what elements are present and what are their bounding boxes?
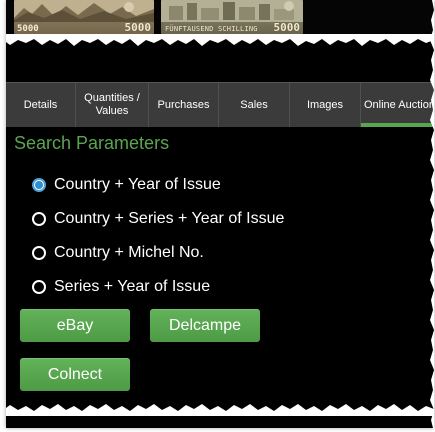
- delcampe-button[interactable]: Delcampe: [150, 309, 260, 342]
- tab-details[interactable]: Details: [6, 83, 76, 127]
- banknote-value: 5000: [124, 21, 152, 34]
- banknote-image[interactable]: FÜNFTAUSEND SCHILLING 5000: [161, 0, 303, 34]
- banknote-value-left: 5000: [17, 24, 39, 34]
- tab-images[interactable]: Images: [290, 83, 361, 127]
- ebay-button[interactable]: eBay: [20, 309, 130, 342]
- tab-label: Online Auction: [364, 98, 434, 111]
- banknote-image[interactable]: 5000 5000: [14, 0, 154, 34]
- radio-option-country-michel[interactable]: Country + Michel No.: [32, 236, 284, 270]
- radio-option-country-series-year[interactable]: Country + Series + Year of Issue: [32, 202, 284, 236]
- tab-label: Purchases: [157, 98, 210, 111]
- radio-option-country-year[interactable]: Country + Year of Issue: [32, 168, 284, 202]
- colnect-button[interactable]: Colnect: [20, 358, 130, 391]
- tab-bar: Details Quantities / Values Purchases Sa…: [6, 82, 434, 127]
- tab-online-auction[interactable]: Online Auction: [361, 83, 434, 127]
- tab-purchases[interactable]: Purchases: [149, 83, 219, 127]
- tab-label: Sales: [240, 98, 268, 111]
- torn-edge-right: [430, 0, 434, 428]
- search-options-group: Country + Year of Issue Country + Series…: [32, 168, 284, 304]
- banknote-artwork: [161, 0, 303, 22]
- banknote-caption: FÜNFTAUSEND SCHILLING: [165, 25, 258, 33]
- radio-label: Country + Series + Year of Issue: [54, 210, 285, 227]
- radio-button-checked[interactable]: [32, 178, 46, 192]
- tab-label: Quantities / Values: [84, 92, 140, 117]
- torn-edge-bottom: [6, 404, 434, 416]
- tab-sales[interactable]: Sales: [219, 83, 290, 127]
- radio-button[interactable]: [32, 212, 46, 226]
- tab-label: Details: [23, 98, 58, 111]
- radio-button[interactable]: [32, 246, 46, 260]
- banknote-value: 5000: [273, 21, 301, 34]
- banknote-artwork: [14, 0, 154, 22]
- radio-button[interactable]: [32, 280, 46, 294]
- app-frame: 5000 5000 FÜNFTAUSEND SCHILLING 5000 Det…: [6, 0, 434, 428]
- section-title: Search Parameters: [14, 133, 170, 153]
- tab-quantities-values[interactable]: Quantities / Values: [76, 83, 149, 127]
- radio-label: Country + Year of Issue: [54, 176, 221, 193]
- torn-edge-top: [6, 34, 434, 46]
- radio-label: Country + Michel No.: [54, 244, 204, 261]
- banknote-image-strip: 5000 5000 FÜNFTAUSEND SCHILLING 5000: [6, 0, 434, 36]
- tab-label: Images: [306, 98, 344, 111]
- radio-option-series-year[interactable]: Series + Year of Issue: [32, 270, 284, 304]
- radio-label: Series + Year of Issue: [54, 278, 211, 295]
